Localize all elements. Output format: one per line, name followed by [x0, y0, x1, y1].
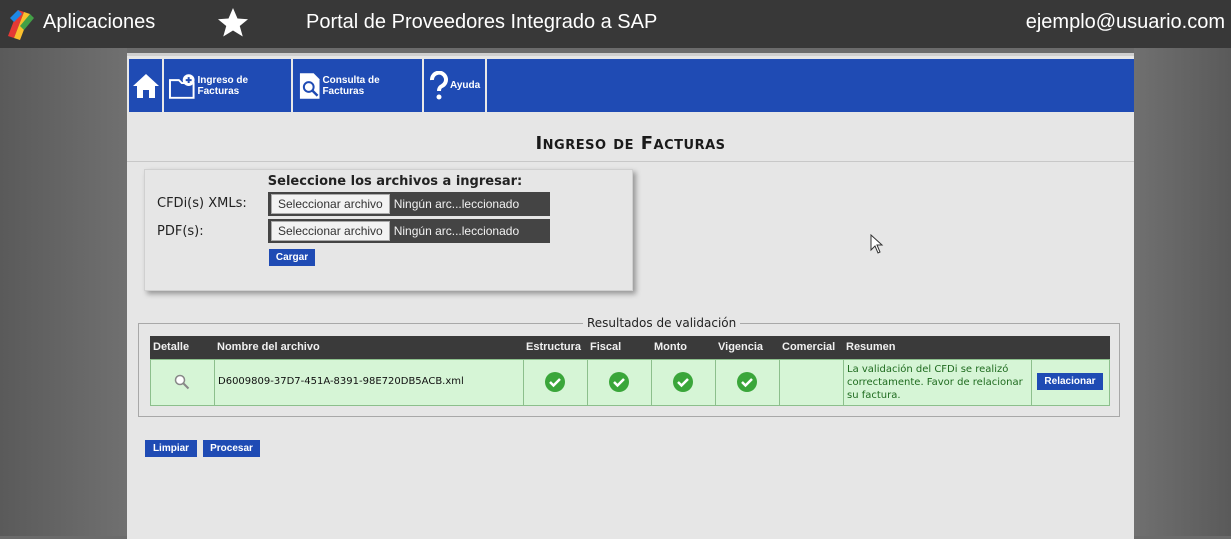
nav-ayuda-label: Ayuda [450, 80, 481, 91]
mouse-cursor-icon [870, 234, 884, 254]
home-icon [132, 73, 159, 98]
help-icon [430, 70, 448, 99]
app-frame: Ingreso de Facturas Consulta de Facturas… [127, 53, 1134, 539]
apps-icon[interactable] [6, 6, 36, 40]
relacionar-button[interactable]: Relacionar [1037, 373, 1103, 390]
results-legend: Resultados de validación [583, 316, 741, 330]
col-monto: Monto [654, 341, 687, 353]
cell-detalle [151, 360, 215, 405]
nav-home-button[interactable] [127, 59, 164, 112]
pdf-label: PDF(s): [157, 224, 204, 239]
xml-file-input[interactable]: Seleccionar archivo Ningún arc...leccion… [268, 192, 550, 216]
side-panel-left [0, 48, 127, 536]
folder-add-icon [168, 73, 195, 99]
cell-resumen: La validación del CFDi se realizó correc… [844, 360, 1032, 405]
nav-ingreso-facturas[interactable]: Ingreso de Facturas [164, 59, 293, 112]
nav-consulta-label: Consulta de Facturas [322, 74, 380, 97]
star-icon[interactable] [215, 5, 251, 41]
col-estructura: Estructura [526, 341, 582, 353]
apps-label[interactable]: Aplicaciones [43, 11, 155, 34]
pdf-file-input[interactable]: Seleccionar archivo Ningún arc...leccion… [268, 219, 550, 243]
cell-estructura [524, 360, 588, 405]
validation-results: Resultados de validación Detalle Nombre … [138, 316, 1120, 417]
nav-ingreso-label: Ingreso de Facturas [197, 74, 249, 97]
col-detalle: Detalle [153, 341, 190, 353]
procesar-button[interactable]: Procesar [203, 440, 260, 457]
pdf-file-status: Ningún arc...leccionado [393, 224, 520, 238]
side-panel-right [1134, 48, 1231, 536]
check-icon [737, 372, 757, 392]
upload-card: Seleccione los archivos a ingresar: CFDi… [144, 169, 633, 291]
cell-vigencia [716, 360, 780, 405]
col-comercial: Comercial [782, 341, 836, 353]
page-title: Ingreso de Facturas [535, 133, 726, 154]
xml-file-status: Ningún arc...leccionado [393, 197, 520, 211]
check-icon [545, 372, 565, 392]
xml-select-file-button[interactable]: Seleccionar archivo [271, 194, 390, 214]
check-icon [609, 372, 629, 392]
pdf-select-file-button[interactable]: Seleccionar archivo [271, 221, 390, 241]
col-resumen: Resumen [846, 341, 896, 353]
cell-filename: D6009809-37D7-451A-8391-98E720DB5ACB.xml [215, 360, 524, 405]
col-nombre: Nombre del archivo [217, 341, 320, 353]
file-name: D6009809-37D7-451A-8391-98E720DB5ACB.xml [218, 376, 464, 387]
magnifier-icon[interactable] [174, 374, 190, 390]
cell-action: Relacionar [1032, 360, 1111, 405]
user-email[interactable]: ejemplo@usuario.com [1026, 11, 1225, 34]
cell-comercial [780, 360, 844, 405]
cell-monto [652, 360, 716, 405]
document-search-icon [299, 72, 320, 99]
xml-label: CFDi(s) XMLs: [157, 196, 247, 211]
upload-heading: Seleccione los archivos a ingresar: [267, 174, 523, 189]
portal-title: Portal de Proveedores Integrado a SAP [306, 11, 658, 33]
table-header: Detalle Nombre del archivo Estructura Fi… [150, 336, 1110, 359]
nav-ayuda[interactable]: Ayuda [424, 59, 487, 112]
col-vigencia: Vigencia [718, 341, 764, 353]
summary-text: La validación del CFDi se realizó correc… [847, 364, 1023, 401]
cargar-button[interactable]: Cargar [269, 249, 315, 266]
divider [127, 161, 1134, 162]
cell-fiscal [588, 360, 652, 405]
table-row: D6009809-37D7-451A-8391-98E720DB5ACB.xml… [150, 359, 1110, 406]
nav-bar: Ingreso de Facturas Consulta de Facturas… [127, 59, 1134, 112]
nav-consulta-facturas[interactable]: Consulta de Facturas [293, 59, 424, 112]
top-app-bar: Aplicaciones Portal de Proveedores Integ… [0, 0, 1231, 48]
limpiar-button[interactable]: Limpiar [145, 440, 197, 457]
col-fiscal: Fiscal [590, 341, 622, 353]
check-icon [673, 372, 693, 392]
